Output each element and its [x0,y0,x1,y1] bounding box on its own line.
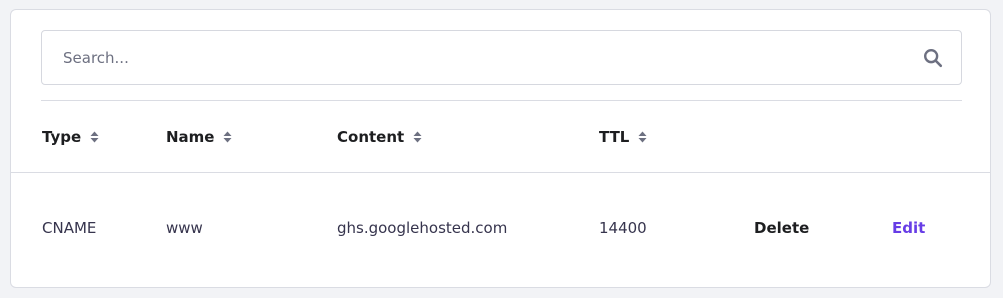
cell-name: www [166,219,203,237]
cell-type: CNAME [42,219,97,237]
search-divider [41,100,962,101]
column-header-label: Name [166,128,215,146]
column-header-ttl[interactable]: TTL [599,120,647,154]
column-header-content[interactable]: Content [337,120,422,154]
column-header-label: TTL [599,128,630,146]
sort-icon [223,131,232,143]
sort-icon [413,131,422,143]
column-header-name[interactable]: Name [166,120,232,154]
search-icon[interactable] [922,47,944,69]
edit-button[interactable]: Edit [892,210,925,246]
cell-ttl: 14400 [599,219,647,237]
column-header-label: Type [42,128,82,146]
delete-button[interactable]: Delete [754,210,809,246]
table-header: Type Name Content TTL [11,120,990,154]
sort-icon [90,131,99,143]
column-header-label: Content [337,128,405,146]
row-divider [11,172,990,173]
search-input[interactable] [42,31,902,84]
dns-records-card: Type Name Content TTL [10,9,991,288]
cell-content: ghs.googlehosted.com [337,219,508,237]
search-box [41,30,962,85]
column-header-type[interactable]: Type [42,120,99,154]
sort-icon [638,131,647,143]
table-row: CNAME www ghs.googlehosted.com 14400 Del… [11,210,990,246]
